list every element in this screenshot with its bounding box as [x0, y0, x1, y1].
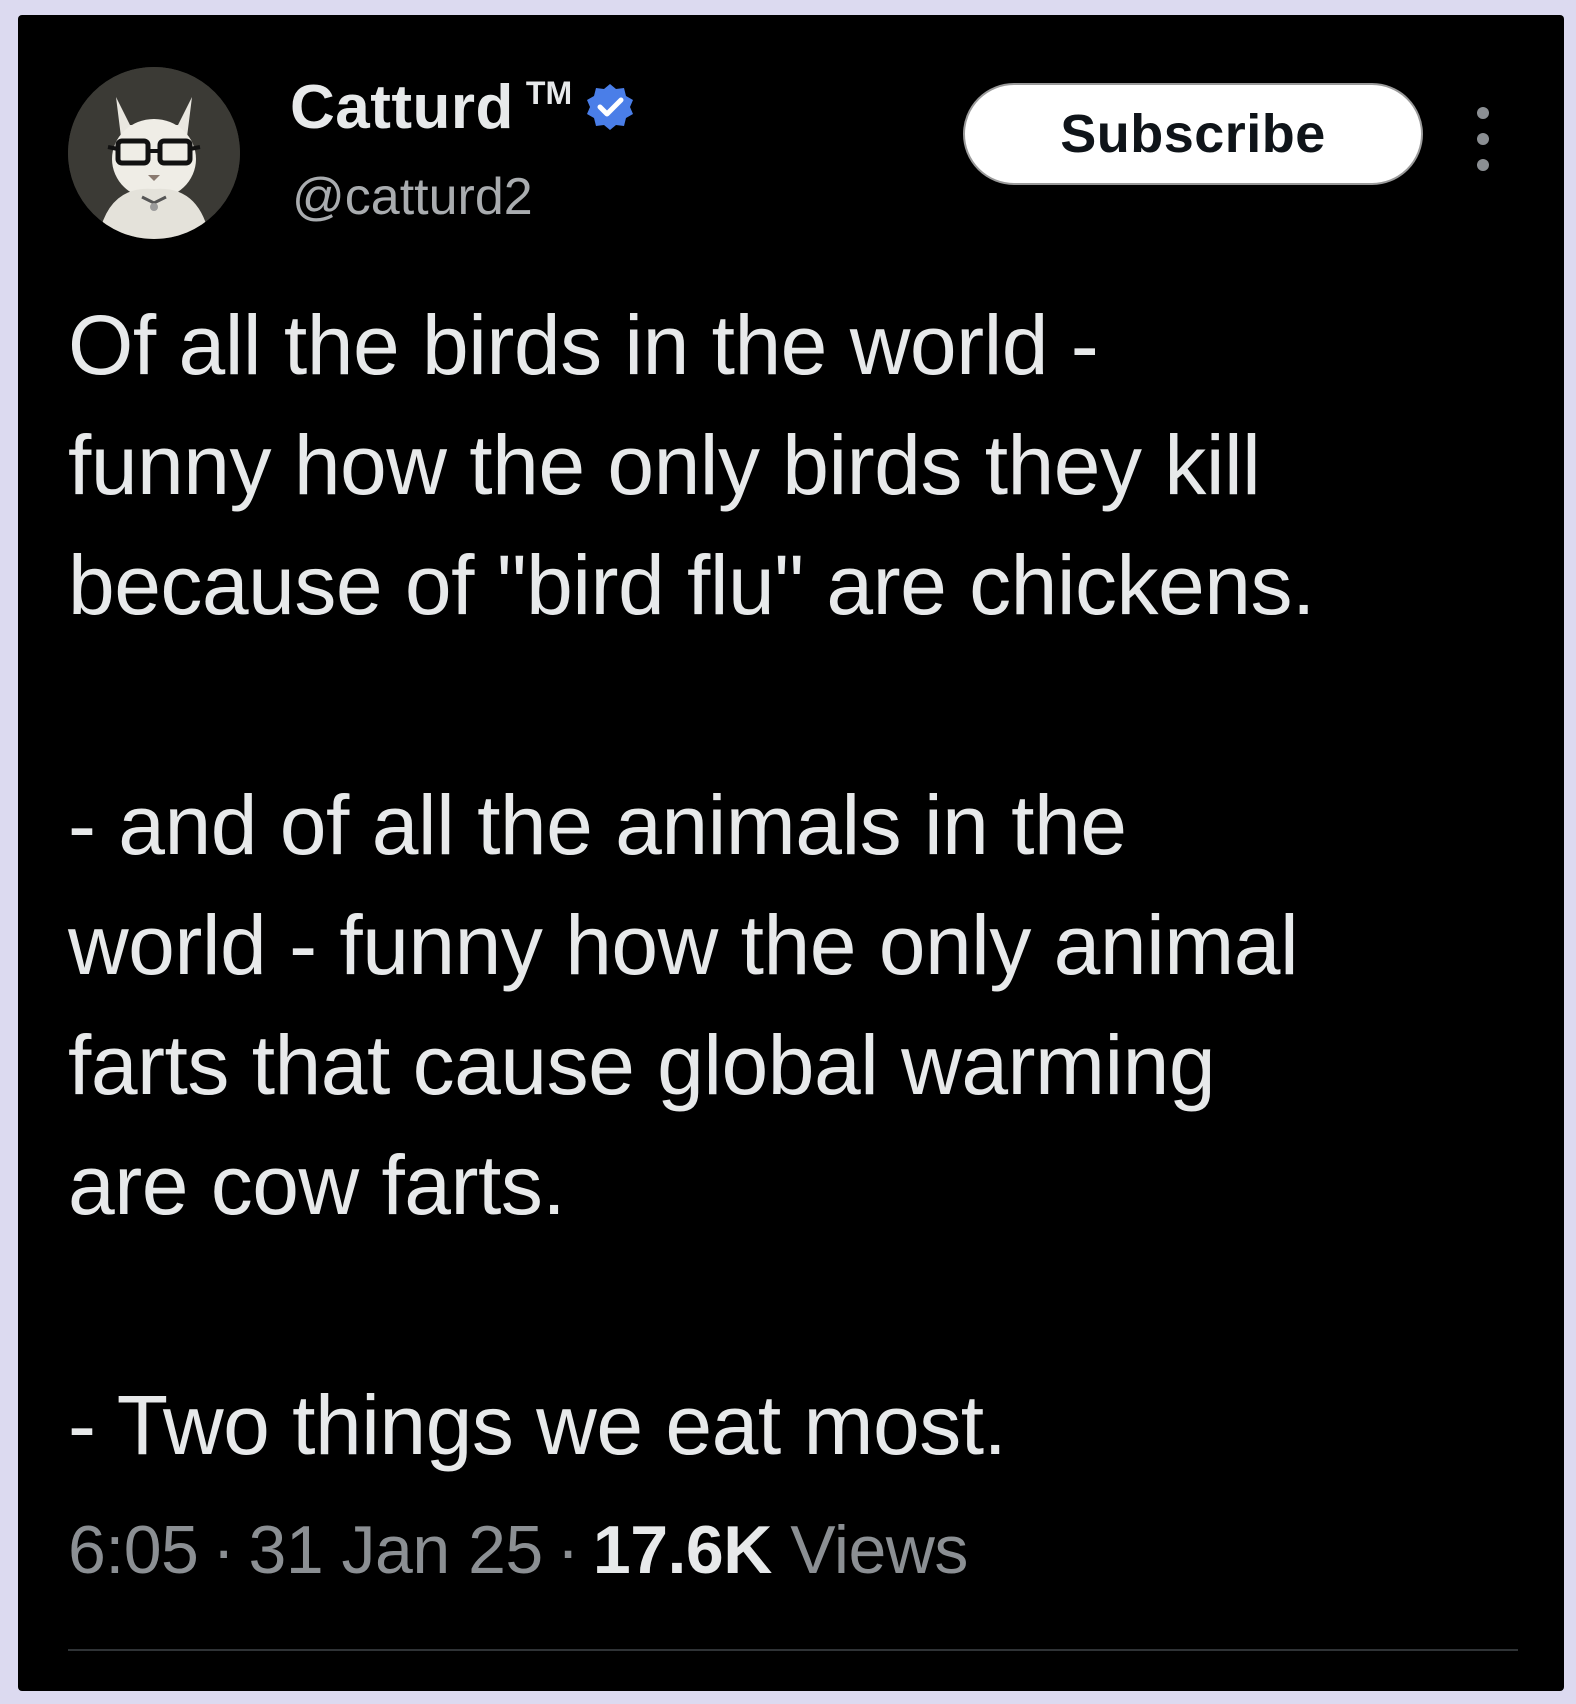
author-handle[interactable]: @catturd2: [292, 167, 533, 227]
tweet-text-line: funny how the only birds they kill: [68, 418, 1261, 512]
tweet-text: Of all the birds in the world - funny ho…: [68, 285, 1548, 1485]
subscribe-button[interactable]: Subscribe: [963, 83, 1423, 185]
tweet-time[interactable]: 6:05: [68, 1512, 199, 1588]
views-label: Views: [790, 1512, 968, 1588]
divider: [68, 1649, 1518, 1651]
cat-with-glasses-avatar-icon: [68, 67, 240, 239]
tweet-text-line: - and of all the animals in the: [68, 778, 1127, 872]
tweet-meta: 6:05 · 31 Jan 25 · 17.6K Views: [68, 1511, 968, 1589]
tweet-text-line: - Two things we eat most.: [68, 1378, 1007, 1472]
tweet-card: Catturd TM @catturd2 Subscribe Of all th…: [18, 15, 1564, 1691]
tweet-text-line: because of "bird flu" are chickens.: [68, 538, 1315, 632]
more-vertical-icon[interactable]: [1468, 101, 1498, 177]
author-display-name[interactable]: Catturd: [290, 72, 514, 143]
tweet-text-line: Of all the birds in the world -: [68, 298, 1099, 392]
tweet-text-line: farts that cause global warming: [68, 1018, 1216, 1112]
meta-separator: ·: [212, 1512, 235, 1588]
views-count[interactable]: 17.6K: [593, 1512, 772, 1588]
tweet-date[interactable]: 31 Jan 25: [249, 1512, 544, 1588]
meta-separator: ·: [556, 1512, 580, 1588]
tweet-text-line: are cow farts.: [68, 1138, 566, 1232]
tweet-text-line: world - funny how the only animal: [68, 898, 1299, 992]
verified-badge-icon: [587, 84, 634, 130]
avatar[interactable]: [68, 67, 240, 239]
trademark-symbol: TM: [525, 74, 573, 111]
author-name-row: Catturd TM: [290, 67, 636, 147]
